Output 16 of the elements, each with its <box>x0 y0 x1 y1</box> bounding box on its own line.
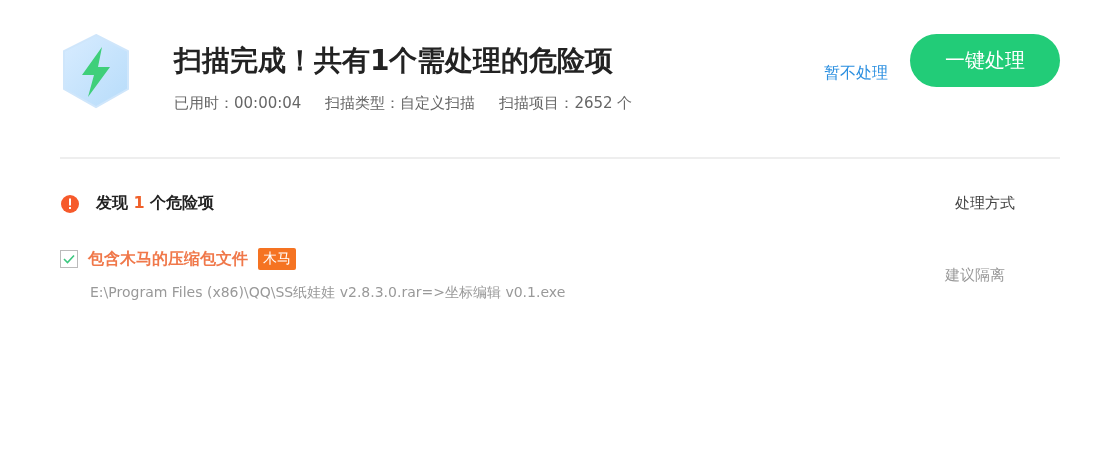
risk-count-heading: 发现 1 个危险项 <box>96 193 215 214</box>
check-icon <box>63 254 75 264</box>
fix-all-button[interactable]: 一键处理 <box>910 33 1060 87</box>
scan-stat: 扫描项目：2652 个 <box>499 93 633 113</box>
shield-lightning-icon <box>60 33 132 109</box>
checkbox[interactable] <box>60 250 78 268</box>
column-header: 处理方式 <box>955 194 1015 213</box>
scan-stat: 已用时：00:00:04 <box>174 93 302 113</box>
threat-title: 包含木马的压缩包文件 <box>88 248 248 270</box>
threat-tag: 木马 <box>258 248 296 270</box>
alert-icon <box>60 193 80 214</box>
suggested-action: 建议隔离 <box>945 265 1006 285</box>
scan-result-title: 扫描完成！共有1个需处理的危险项 <box>174 42 615 79</box>
skip-link[interactable]: 暂不处理 <box>824 62 888 84</box>
scan-stat: 扫描类型：自定义扫描 <box>325 93 476 113</box>
file-path: E:\Program Files (x86)\QQ\SS纸娃娃 v2.8.3.0.rar=>坐标编辑 v0.1.exe <box>90 284 567 302</box>
